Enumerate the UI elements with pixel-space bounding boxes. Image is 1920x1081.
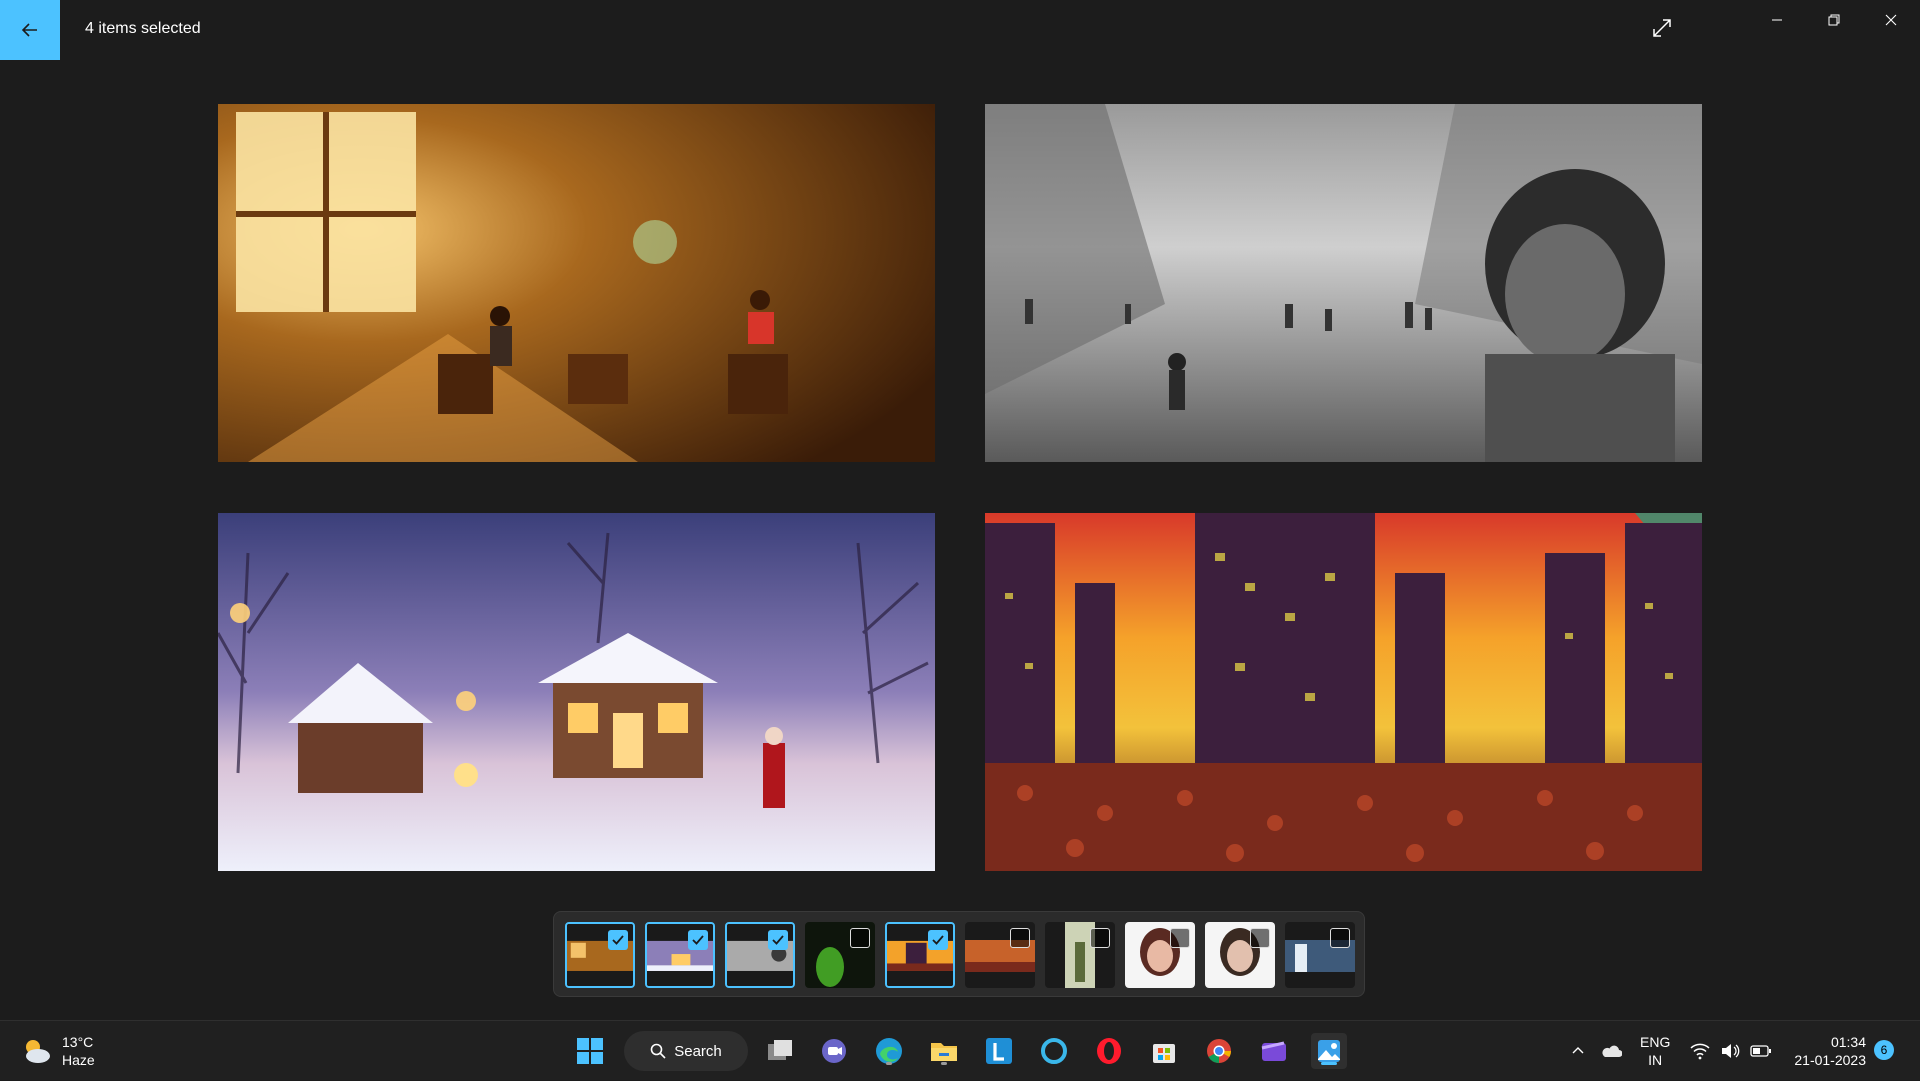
- thumb-portrait-2[interactable]: [1205, 922, 1275, 988]
- thumb-portrait-1[interactable]: [1125, 922, 1195, 988]
- expand-icon: [1653, 19, 1671, 37]
- weather-condition: Haze: [62, 1052, 95, 1068]
- cortana-button[interactable]: [1036, 1033, 1072, 1069]
- search-label: Search: [674, 1042, 722, 1060]
- clock-time: 01:34: [1830, 1034, 1866, 1050]
- photo-rainy-street[interactable]: [985, 104, 1702, 462]
- city-crowd-image: [985, 513, 1702, 871]
- photo-winter-cottage[interactable]: [218, 513, 935, 871]
- back-button[interactable]: [0, 0, 60, 60]
- reading-room-image: [218, 104, 935, 462]
- photos-button[interactable]: [1311, 1033, 1347, 1069]
- edge-button[interactable]: [871, 1033, 907, 1069]
- task-view-icon: [768, 1040, 792, 1060]
- checkbox-standing-figure[interactable]: [1090, 928, 1110, 948]
- opera-icon: [1097, 1038, 1121, 1064]
- minimize-button[interactable]: [1757, 10, 1797, 30]
- clock[interactable]: 01:34 21-01-2023: [1790, 1033, 1866, 1069]
- thumb-city-crowd[interactable]: [885, 922, 955, 988]
- start-button[interactable]: [572, 1033, 608, 1069]
- checkbox-green-figure[interactable]: [850, 928, 870, 948]
- expand-button[interactable]: [1650, 16, 1674, 40]
- notification-badge[interactable]: 6: [1874, 1040, 1894, 1060]
- thumb-rainy-street[interactable]: [725, 922, 795, 988]
- store-icon: [1153, 1044, 1175, 1063]
- store-button[interactable]: [1146, 1033, 1182, 1069]
- opera-button[interactable]: [1091, 1033, 1127, 1069]
- checkbox-city-crowd[interactable]: [928, 930, 948, 950]
- thumb-green-figure[interactable]: [805, 922, 875, 988]
- close-icon: [1885, 14, 1897, 26]
- weather-widget[interactable]: 13°C Haze: [20, 1033, 95, 1069]
- clipchamp-button[interactable]: [1256, 1033, 1292, 1069]
- running-indicator: [941, 1062, 947, 1065]
- thumb-standing-figure[interactable]: [1045, 922, 1115, 988]
- checkbox-rainy-street[interactable]: [768, 930, 788, 950]
- language-code: ENG: [1640, 1034, 1671, 1050]
- thumb-reading-room[interactable]: [565, 922, 635, 988]
- status-icons[interactable]: [1690, 1021, 1772, 1081]
- checkbox-portrait-1[interactable]: [1170, 928, 1190, 948]
- close-button[interactable]: [1871, 10, 1911, 30]
- region-code: IN: [1648, 1052, 1663, 1068]
- rainy-street-image: [985, 104, 1702, 462]
- checkmark-icon: [692, 935, 704, 945]
- photo-reading-room[interactable]: [218, 104, 935, 462]
- taskbar-search[interactable]: Search: [624, 1031, 748, 1071]
- photo-city-crowd[interactable]: [985, 513, 1702, 871]
- windows-icon: [577, 1038, 603, 1064]
- filmstrip: [553, 911, 1365, 997]
- circle-icon: [1041, 1038, 1067, 1064]
- checkmark-icon: [772, 935, 784, 945]
- search-icon: [650, 1043, 666, 1059]
- task-view-button[interactable]: [762, 1033, 798, 1069]
- checkbox-winter-cottage[interactable]: [688, 930, 708, 950]
- restore-icon: [1828, 14, 1840, 26]
- checkbox-portrait-2[interactable]: [1250, 928, 1270, 948]
- taskbar: 13°C Haze Search ENG IN 01:34 21-01-2023…: [0, 1020, 1920, 1080]
- thumb-city-crowd-2[interactable]: [965, 922, 1035, 988]
- thumb-waterfall[interactable]: [1285, 922, 1355, 988]
- checkbox-reading-room[interactable]: [608, 930, 628, 950]
- arrow-left-icon: [21, 23, 37, 37]
- weather-temperature: 13°C: [62, 1034, 94, 1050]
- minimize-icon: [1772, 19, 1782, 21]
- language-indicator[interactable]: ENG IN: [1640, 1033, 1670, 1069]
- clipchamp-icon: [1261, 1041, 1286, 1061]
- clock-date: 21-01-2023: [1794, 1052, 1866, 1068]
- checkbox-city-crowd-2[interactable]: [1010, 928, 1030, 948]
- onedrive-cloud-icon[interactable]: [1600, 1043, 1622, 1059]
- teams-button[interactable]: [816, 1033, 852, 1069]
- teams-icon: [822, 1039, 846, 1063]
- partly-cloudy-icon: [26, 1040, 50, 1063]
- restore-button[interactable]: [1814, 10, 1854, 30]
- checkmark-icon: [932, 935, 944, 945]
- checkbox-waterfall[interactable]: [1330, 928, 1350, 948]
- system-tray: [1570, 1021, 1622, 1081]
- chevron-up-icon[interactable]: [1570, 1043, 1586, 1059]
- chrome-icon: [1207, 1039, 1231, 1063]
- chrome-button[interactable]: [1201, 1033, 1237, 1069]
- l-icon: [986, 1038, 1012, 1064]
- title-bar: 4 items selected: [0, 0, 1920, 60]
- active-indicator: [1321, 1062, 1337, 1065]
- thumb-winter-cottage[interactable]: [645, 922, 715, 988]
- wifi-icon: [1690, 1043, 1710, 1060]
- running-indicator: [886, 1062, 892, 1065]
- winter-cottage-image: [218, 513, 935, 871]
- battery-icon: [1750, 1045, 1771, 1057]
- file-explorer-button[interactable]: [926, 1033, 962, 1069]
- selection-title: 4 items selected: [85, 20, 201, 37]
- checkmark-icon: [612, 935, 624, 945]
- photos-icon: [1318, 1040, 1340, 1062]
- l-app-button[interactable]: [981, 1033, 1017, 1069]
- volume-icon: [1722, 1044, 1740, 1058]
